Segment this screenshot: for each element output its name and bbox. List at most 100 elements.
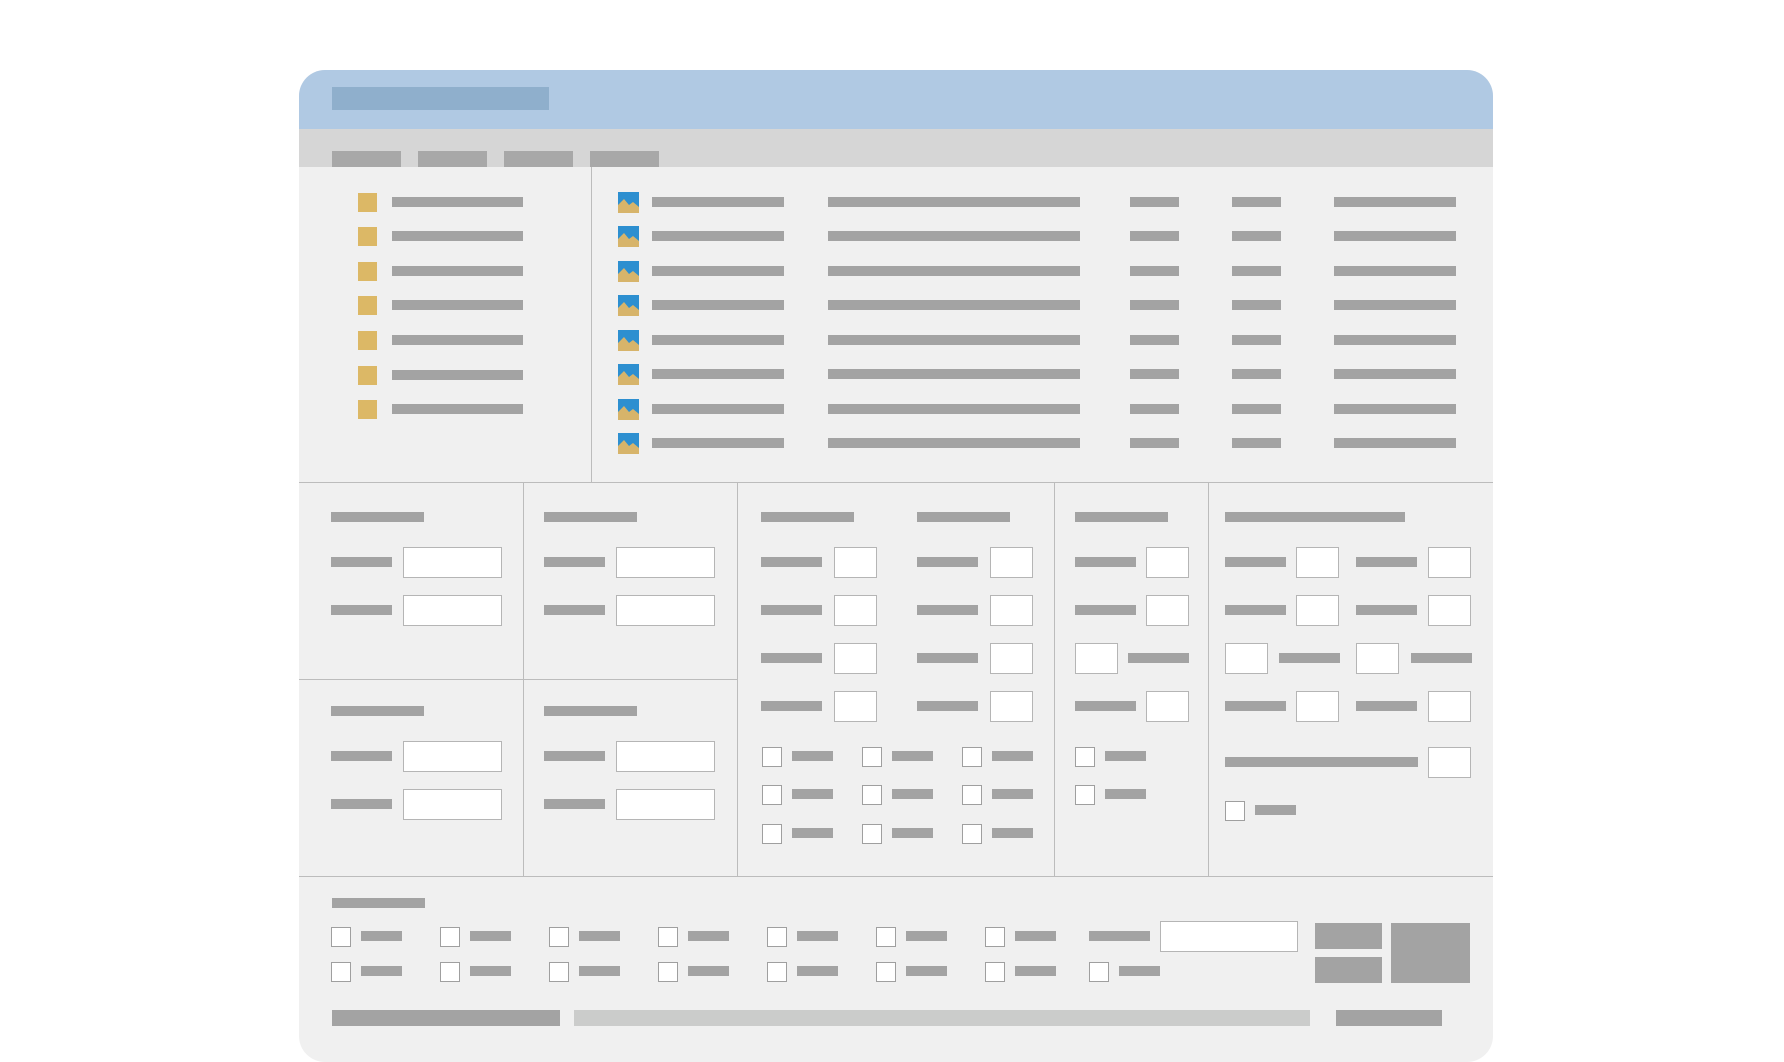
checkbox[interactable] — [762, 747, 782, 767]
number-field[interactable] — [834, 643, 877, 674]
file-path — [828, 266, 1080, 276]
menu-item-4[interactable] — [590, 151, 659, 167]
checkbox[interactable] — [862, 747, 882, 767]
file-type — [1232, 197, 1281, 207]
file-path — [828, 369, 1080, 379]
checkbox[interactable] — [1075, 747, 1095, 767]
checkbox[interactable] — [862, 824, 882, 844]
checkbox[interactable] — [440, 927, 460, 947]
checkbox[interactable] — [962, 785, 982, 805]
checkbox-label — [1105, 751, 1146, 761]
text-field[interactable] — [616, 595, 715, 626]
checkbox[interactable] — [962, 824, 982, 844]
field-label — [1075, 557, 1136, 567]
checkbox[interactable] — [1089, 962, 1109, 982]
checkbox[interactable] — [876, 962, 896, 982]
number-field[interactable] — [1296, 547, 1339, 578]
number-field[interactable] — [834, 595, 877, 626]
image-file-icon — [618, 433, 639, 454]
number-field[interactable] — [1296, 691, 1339, 722]
text-field[interactable] — [1160, 921, 1298, 952]
menu-item-2[interactable] — [418, 151, 487, 167]
checkbox[interactable] — [1075, 785, 1095, 805]
checkbox[interactable] — [876, 927, 896, 947]
number-field[interactable] — [990, 547, 1033, 578]
checkbox[interactable] — [549, 927, 569, 947]
file-path — [828, 404, 1080, 414]
checkbox[interactable] — [440, 962, 460, 982]
number-field[interactable] — [990, 643, 1033, 674]
number-field[interactable] — [990, 595, 1033, 626]
number-field[interactable] — [1146, 691, 1189, 722]
file-size — [1130, 197, 1179, 207]
field-label — [917, 605, 978, 615]
checkbox[interactable] — [331, 927, 351, 947]
number-field[interactable] — [1146, 595, 1189, 626]
file-date — [1334, 300, 1456, 310]
number-field[interactable] — [1428, 691, 1471, 722]
folder-label[interactable] — [392, 370, 523, 380]
checkbox[interactable] — [331, 962, 351, 982]
text-field[interactable] — [616, 741, 715, 772]
checkbox[interactable] — [862, 785, 882, 805]
checkbox[interactable] — [985, 927, 1005, 947]
number-field[interactable] — [990, 691, 1033, 722]
checkbox-label — [1119, 966, 1160, 976]
checkbox[interactable] — [549, 962, 569, 982]
number-field[interactable] — [1146, 547, 1189, 578]
checkbox-label — [1105, 789, 1146, 799]
panel-title-left — [761, 512, 854, 522]
folder-label[interactable] — [392, 266, 523, 276]
number-field[interactable] — [1356, 643, 1399, 674]
file-path — [828, 335, 1080, 345]
panel-divider — [1208, 482, 1209, 876]
folder-label[interactable] — [392, 404, 523, 414]
number-field[interactable] — [1428, 595, 1471, 626]
checkbox[interactable] — [767, 927, 787, 947]
field-label — [917, 701, 978, 711]
checkbox[interactable] — [767, 962, 787, 982]
primary-action-button[interactable] — [1391, 923, 1470, 983]
folder-icon — [358, 366, 377, 385]
number-field[interactable] — [834, 691, 877, 722]
text-field[interactable] — [403, 547, 502, 578]
number-field[interactable] — [834, 547, 877, 578]
action-button[interactable] — [1315, 923, 1382, 949]
number-field[interactable] — [1428, 747, 1471, 778]
text-field[interactable] — [403, 741, 502, 772]
number-field[interactable] — [1075, 643, 1118, 674]
action-button[interactable] — [1315, 957, 1382, 983]
menu-item-3[interactable] — [504, 151, 573, 167]
checkbox-label — [1015, 931, 1056, 941]
file-date — [1334, 231, 1456, 241]
checkbox[interactable] — [658, 927, 678, 947]
checkbox[interactable] — [658, 962, 678, 982]
checkbox[interactable] — [985, 962, 1005, 982]
checkbox[interactable] — [762, 785, 782, 805]
menu-item-1[interactable] — [332, 151, 401, 167]
image-file-icon — [618, 192, 639, 213]
field-label — [1128, 653, 1189, 663]
text-field[interactable] — [403, 789, 502, 820]
folder-label[interactable] — [392, 231, 523, 241]
title-bar — [299, 70, 1493, 129]
number-field[interactable] — [1296, 595, 1339, 626]
file-size — [1130, 438, 1179, 448]
checkbox-label — [992, 751, 1033, 761]
checkbox[interactable] — [962, 747, 982, 767]
field-label — [917, 653, 978, 663]
text-field[interactable] — [403, 595, 502, 626]
folder-label[interactable] — [392, 335, 523, 345]
field-label — [1411, 653, 1472, 663]
folder-label[interactable] — [392, 300, 523, 310]
checkbox-label — [792, 828, 833, 838]
checkbox[interactable] — [1225, 801, 1245, 821]
number-field[interactable] — [1225, 643, 1268, 674]
folder-icon — [358, 262, 377, 281]
field-label — [544, 557, 605, 567]
text-field[interactable] — [616, 789, 715, 820]
number-field[interactable] — [1428, 547, 1471, 578]
folder-label[interactable] — [392, 197, 523, 207]
text-field[interactable] — [616, 547, 715, 578]
checkbox[interactable] — [762, 824, 782, 844]
